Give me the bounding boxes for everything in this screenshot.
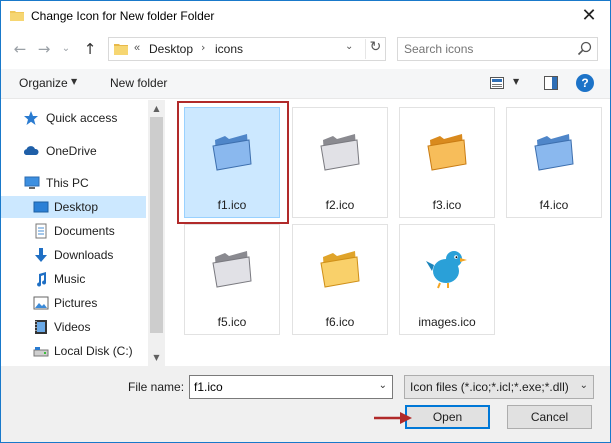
address-bar[interactable]: « Desktop › icons ⌄ ↻ [108,37,386,61]
videos-icon [35,320,47,334]
close-icon[interactable]: ✕ [576,4,602,28]
scroll-up-icon[interactable]: ▲ [148,100,165,117]
file-tile[interactable]: f2.ico [292,107,388,218]
file-tile[interactable]: images.ico [399,224,495,335]
disk-icon [33,347,49,357]
cloud-icon [23,146,39,155]
window-title: Change Icon for New folder Folder [31,9,215,23]
file-name-combo[interactable]: ⌄ [189,375,393,399]
scroll-down-icon[interactable]: ▼ [148,349,165,366]
star-icon [24,111,38,125]
breadcrumb-separator[interactable]: › [201,41,205,54]
search-icon[interactable] [577,41,593,57]
folder-icon [212,251,252,288]
breadcrumb-overflow[interactable]: « [134,42,140,54]
file-type-value: Icon files (*.ico;*.icl;*.exe;*.dll) [410,380,569,394]
sidebar-item-documents[interactable]: Documents [1,220,146,242]
folder-icon [320,251,360,288]
title-bar: Change Icon for New folder Folder ✕ [0,0,611,31]
sidebar-item-videos[interactable]: Videos [1,316,146,338]
documents-icon [35,223,47,239]
file-tile[interactable]: f6.ico [292,224,388,335]
bird-icon [426,251,467,289]
sidebar-item-label: OneDrive [46,144,97,158]
sidebar-item-downloads[interactable]: Downloads [1,244,146,266]
file-name: f5.ico [217,315,247,329]
breadcrumb-desktop[interactable]: Desktop [149,42,193,56]
preview-pane-icon[interactable] [544,76,558,90]
nav-scrollbar[interactable]: ▲ ▼ [148,100,165,366]
file-tile[interactable]: f5.ico [184,224,280,335]
sidebar-item-label: Pictures [54,296,98,310]
navigation-pane: Quick access OneDrive This PC Desktop Do… [1,100,148,366]
folder-icon [114,44,128,55]
folder-icon [10,11,24,21]
sidebar-item-this-pc[interactable]: This PC [1,172,146,194]
file-tile[interactable]: f3.ico [399,107,495,218]
file-type-select[interactable]: Icon files (*.ico;*.icl;*.exe;*.dll) ⌄ [404,375,594,399]
breadcrumb-icons[interactable]: icons [215,42,243,56]
file-name-label: File name: [128,380,185,394]
back-icon[interactable]: ← [10,39,30,59]
sidebar-item-label: Downloads [54,248,114,262]
folder-icon [427,134,467,171]
file-name: f6.ico [325,315,355,329]
search-box[interactable] [397,37,598,61]
recent-locations-icon[interactable]: ⌄ [56,39,76,59]
sidebar-item-local-disk[interactable]: Local Disk (C:) [1,340,146,362]
music-icon [37,272,47,287]
view-options-icon[interactable] [490,77,504,89]
sidebar-item-label: Quick access [46,111,118,125]
chevron-down-icon[interactable]: ⌄ [379,380,387,391]
open-button[interactable]: Open [405,405,490,429]
cancel-button[interactable]: Cancel [507,405,592,429]
chevron-down-icon[interactable]: ⌄ [580,380,588,391]
address-row: ← → ⌄ ↑ « Desktop › icons ⌄ ↻ [0,31,611,69]
arrow-icon [374,412,412,424]
download-icon [35,248,47,262]
scroll-thumb[interactable] [150,117,163,333]
sidebar-item-label: Desktop [54,200,99,214]
sidebar-item-label: Videos [54,320,91,334]
sidebar-item-quick-access[interactable]: Quick access [1,107,146,129]
sidebar-item-label: This PC [46,176,89,190]
pictures-icon [33,296,49,310]
file-name: images.ico [418,315,476,329]
up-icon[interactable]: ↑ [80,39,100,59]
sidebar-item-label: Documents [54,224,115,238]
search-input[interactable] [404,41,574,57]
sidebar-item-label: Local Disk (C:) [54,344,133,358]
sidebar-item-onedrive[interactable]: OneDrive [1,140,146,162]
file-tile[interactable]: f4.ico [506,107,602,218]
file-name-field[interactable] [194,380,364,394]
sidebar-item-desktop[interactable]: Desktop [1,196,146,218]
sidebar-item-music[interactable]: Music [1,268,146,290]
command-bar: Organize ▼ New folder ▼ ? [1,69,610,99]
folder-icon [320,134,360,171]
file-name: f2.ico [325,198,355,212]
chevron-down-icon[interactable]: ▼ [71,77,77,86]
folder-icon [534,134,574,171]
desktop-icon [33,201,49,213]
file-name: f3.ico [432,198,462,212]
chevron-down-icon[interactable]: ⌄ [345,41,353,52]
help-icon[interactable]: ? [576,74,594,92]
sidebar-item-label: Music [54,272,86,286]
new-folder-button[interactable]: New folder [110,76,167,90]
forward-icon[interactable]: → [34,39,54,59]
sidebar-item-pictures[interactable]: Pictures [1,292,146,314]
organize-button[interactable]: Organize [19,76,68,90]
selection-highlight-box [177,101,289,224]
file-name: f4.ico [539,198,569,212]
computer-icon [24,176,40,189]
refresh-icon[interactable]: ↻ [365,39,385,59]
chevron-down-icon[interactable]: ▼ [513,77,519,86]
